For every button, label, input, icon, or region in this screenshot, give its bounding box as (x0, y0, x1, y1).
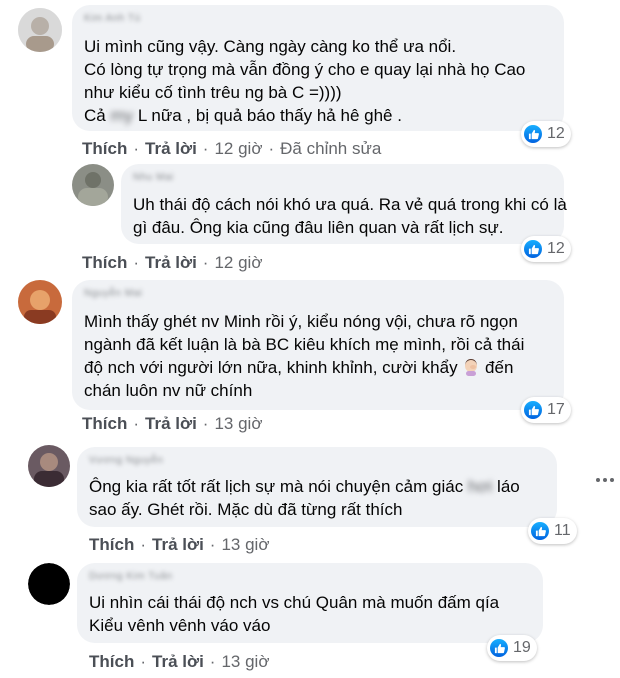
like-icon (524, 125, 542, 143)
edited-label[interactable]: Đã chỉnh sửa (280, 139, 381, 159)
timestamp[interactable]: 12 giờ (214, 139, 262, 159)
timestamp[interactable]: 13 giờ (221, 652, 269, 672)
comment-line: như kiểu cố tình trêu ng bà C =)))) (84, 83, 342, 102)
separator-dot: · (202, 139, 209, 158)
separator-dot: · (209, 535, 216, 554)
comment-actions: Thích · Trả lời · 13 giờ (82, 414, 262, 434)
comment-line: Mình thấy ghét nv Minh rồi ý, kiểu nóng … (84, 312, 518, 331)
timestamp[interactable]: 13 giờ (221, 535, 269, 555)
blurred-word: my (110, 106, 134, 125)
comment-bubble: Nguyễn Mai Mình thấy ghét nv Minh rồi ý,… (72, 280, 564, 410)
text-segment: L nữa , bị quả báo thấy hả hê ghê . (133, 106, 402, 125)
author-name[interactable]: Kim Anh Tú (84, 13, 141, 25)
separator-dot: · (202, 414, 209, 433)
avatar[interactable] (28, 445, 70, 487)
reply-button[interactable]: Trả lời (145, 414, 197, 434)
reaction-count: 19 (513, 639, 531, 656)
more-options-icon[interactable] (596, 478, 614, 482)
comment-bubble: Vương Nguyễn Ông kia rất tốt rất lịch sự… (77, 447, 557, 527)
like-icon (524, 401, 542, 419)
comment-line: Ui mình cũng vậy. Càng ngày càng ko thể … (84, 37, 457, 56)
author-name[interactable]: Nguyễn Mai (84, 288, 142, 300)
reaction-badge[interactable]: 12 (521, 236, 571, 262)
comment-line: Có lòng tự trọng mà vẫn đồng ý cho e qua… (84, 60, 526, 79)
blurred-word: hơi (467, 477, 493, 496)
comment-line: Uh thái độ cách nói khó ưa quá. Ra vẻ qu… (133, 195, 567, 214)
comment-line: độ nch với người lớn nữa, khinh khỉnh, c… (84, 356, 513, 379)
avatar[interactable] (18, 280, 62, 324)
avatar[interactable] (28, 563, 70, 605)
comment-line: Kiểu vênh vênh váo váo (89, 616, 271, 635)
like-button[interactable]: Thích (82, 139, 127, 159)
like-button[interactable]: Thích (82, 414, 127, 434)
like-icon (524, 240, 542, 258)
comment-bubble: Nhu Mai Uh thái độ cách nói khó ưa quá. … (121, 164, 567, 244)
author-name[interactable]: Nhu Mai (133, 172, 174, 184)
comment-line: Cả my L nữa , bị quả báo thấy hả hê ghê … (84, 104, 402, 127)
text-segment: láo (492, 477, 520, 496)
reaction-count: 17 (547, 401, 565, 418)
like-icon (531, 522, 549, 540)
comment-line: chán luôn nv nữ chính (84, 381, 253, 400)
comment-line: sao ấy. Ghét rồi. Mặc dù đã từng rất thí… (89, 500, 403, 519)
separator-dot: · (140, 652, 147, 671)
comment-bubble: Dương Kim Tuân Ui nhìn cái thái độ nch v… (77, 563, 543, 643)
comment-actions: Thích · Trả lời · 13 giờ (89, 652, 269, 672)
reaction-badge[interactable]: 12 (521, 121, 571, 147)
author-name[interactable]: Vương Nguyễn (89, 455, 163, 467)
reply-button[interactable]: Trả lời (152, 652, 204, 672)
reply-button[interactable]: Trả lời (145, 139, 197, 159)
separator-dot: · (209, 652, 216, 671)
text-segment: độ nch với người lớn nữa, khinh khỉnh, c… (84, 358, 458, 377)
comment-actions: Thích · Trả lời · 12 giờ · Đã chỉnh sửa (82, 139, 381, 159)
avatar[interactable] (72, 164, 114, 206)
text-segment: đến (480, 358, 514, 377)
comment-actions: Thích · Trả lời · 13 giờ (89, 535, 269, 555)
reaction-badge[interactable]: 19 (487, 635, 537, 661)
reaction-badge[interactable]: 17 (521, 397, 571, 423)
like-button[interactable]: Thích (89, 535, 134, 555)
text-segment: Cả (84, 106, 111, 125)
separator-dot: · (133, 139, 140, 158)
separator-dot: · (268, 139, 275, 158)
comment-line: ngành đã kết luận là bà BC kiêu khích mẹ… (84, 335, 525, 354)
comment-line: gì đâu. Ông kia cũng đâu liên quan và rấ… (133, 218, 504, 237)
comment-actions: Thích · Trả lời · 12 giờ (82, 253, 262, 273)
like-button[interactable]: Thích (82, 253, 127, 273)
separator-dot: · (133, 414, 140, 433)
reaction-count: 12 (547, 125, 565, 142)
reaction-badge[interactable]: 11 (528, 518, 577, 544)
comment-line: Ông kia rất tốt rất lịch sự mà nói chuyệ… (89, 475, 520, 498)
like-button[interactable]: Thích (89, 652, 134, 672)
separator-dot: · (202, 253, 209, 272)
reaction-count: 11 (554, 522, 571, 539)
facepalm-emoji-icon (462, 358, 480, 376)
author-name[interactable]: Dương Kim Tuân (89, 571, 173, 583)
timestamp[interactable]: 12 giờ (214, 253, 262, 273)
avatar[interactable] (18, 8, 62, 52)
reaction-count: 12 (547, 240, 565, 257)
reply-button[interactable]: Trả lời (145, 253, 197, 273)
separator-dot: · (133, 253, 140, 272)
text-segment: Ông kia rất tốt rất lịch sự mà nói chuyệ… (89, 477, 468, 496)
comment-line: Ui nhìn cái thái độ nch vs chú Quân mà m… (89, 593, 500, 612)
timestamp[interactable]: 13 giờ (214, 414, 262, 434)
comment-bubble: Kim Anh Tú Ui mình cũng vậy. Càng ngày c… (72, 5, 564, 131)
reply-button[interactable]: Trả lời (152, 535, 204, 555)
like-icon (490, 639, 508, 657)
separator-dot: · (140, 535, 147, 554)
